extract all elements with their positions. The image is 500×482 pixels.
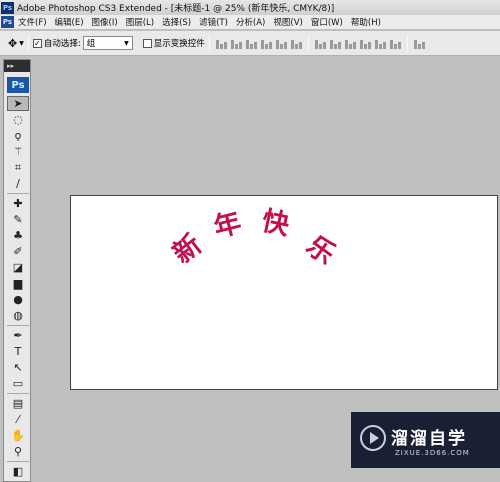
toolbox-panel: ▸▸ Ps ➤ ◌ ϙ ⚚ ⌗ ∕ ✚ ✎ ♣ ✐ ◪ ▆ ● ◍ ✒ T ↖ … (3, 59, 31, 482)
auto-select-dropdown[interactable]: 组 ▼ (82, 36, 133, 50)
menu-image[interactable]: 图像(I) (88, 16, 122, 28)
photoshop-app-icon[interactable]: Ps (1, 1, 14, 14)
menu-analysis[interactable]: 分析(A) (232, 16, 269, 28)
crop-tool-icon[interactable]: ⌗ (7, 160, 29, 175)
align-vertical-center-icon[interactable] (230, 37, 243, 49)
marquee-tool-icon[interactable]: ◌ (7, 112, 29, 127)
blur-tool-icon[interactable]: ● (7, 292, 29, 307)
distribute-left-icon[interactable] (359, 37, 372, 49)
text-glyph: 快 (259, 205, 292, 242)
color-swatch-icon[interactable]: ◧ (7, 464, 29, 479)
watermark-name: 溜溜自学 (391, 429, 467, 449)
play-icon (360, 425, 386, 451)
align-top-icon[interactable] (215, 37, 228, 49)
healing-brush-tool-icon[interactable]: ✚ (7, 196, 29, 211)
window-title: Adobe Photoshop CS3 Extended - [未标题-1 @ … (17, 4, 335, 14)
separator (307, 34, 309, 52)
magic-wand-tool-icon[interactable]: ⚚ (7, 144, 29, 159)
shape-tool-icon[interactable]: ▭ (7, 376, 29, 391)
history-brush-tool-icon[interactable]: ✐ (7, 244, 29, 259)
pen-tool-icon[interactable]: ✒ (7, 328, 29, 343)
menu-edit[interactable]: 编辑(E) (51, 16, 88, 28)
auto-select-value: 组 (86, 39, 96, 49)
distribute-top-icon[interactable] (314, 37, 327, 49)
menu-view[interactable]: 视图(V) (269, 16, 306, 28)
notes-tool-icon[interactable]: ▤ (7, 396, 29, 411)
chevron-down-icon: ▼ (124, 39, 129, 47)
menu-bar: Ps 文件(F) 编辑(E) 图像(I) 图层(L) 选择(S) 滤镜(T) 分… (0, 15, 500, 30)
move-tool-icon[interactable]: ➤ (7, 96, 29, 111)
move-icon: ✥ (8, 36, 18, 50)
path-selection-tool-icon[interactable]: ↖ (7, 360, 29, 375)
menu-layer[interactable]: 图层(L) (122, 16, 158, 28)
menu-help[interactable]: 帮助(H) (347, 16, 385, 28)
distribute-bottom-icon[interactable] (344, 37, 357, 49)
separator (27, 34, 29, 52)
align-left-icon[interactable] (260, 37, 273, 49)
distribute-right-icon[interactable] (389, 37, 402, 49)
text-glyph: 乐 (300, 230, 341, 271)
auto-select-checkbox[interactable]: ✓ (32, 38, 42, 48)
watermark-logo: 溜溜自学 ZIXUE.3D66.COM (351, 412, 500, 468)
show-transform-checkbox[interactable] (142, 38, 152, 48)
menu-window[interactable]: 窗口(W) (307, 16, 347, 28)
hand-tool-icon[interactable]: ✋ (7, 428, 29, 443)
show-transform-label: 显示变换控件 (153, 39, 205, 49)
lasso-tool-icon[interactable]: ϙ (7, 128, 29, 143)
menu-filter[interactable]: 滤镜(T) (195, 16, 232, 28)
watermark-url: ZIXUE.3D66.COM (395, 449, 470, 457)
brush-tool-icon[interactable]: ✎ (7, 212, 29, 227)
slice-tool-icon[interactable]: ∕ (7, 176, 29, 191)
separator (208, 34, 210, 52)
toolbox-separator (7, 193, 29, 194)
toolbox-grip[interactable]: ▸▸ (4, 60, 30, 72)
toolbox-separator (7, 461, 29, 462)
align-bottom-icon[interactable] (245, 37, 258, 49)
dodge-tool-icon[interactable]: ◍ (7, 308, 29, 323)
type-tool-icon[interactable]: T (7, 344, 29, 359)
title-bar: Ps Adobe Photoshop CS3 Extended - [未标题-1… (0, 0, 500, 15)
document-canvas[interactable]: 新 年 快 乐 (70, 195, 498, 390)
text-glyph: 新 (167, 228, 208, 271)
photoshop-logo-icon[interactable]: Ps (7, 77, 29, 93)
options-bar: ✥ ▼ ✓ 自动选择: 组 ▼ 显示变换控件 (0, 31, 500, 56)
menu-file[interactable]: 文件(F) (14, 16, 51, 28)
clone-stamp-tool-icon[interactable]: ♣ (7, 228, 29, 243)
zoom-tool-icon[interactable]: ⚲ (7, 444, 29, 459)
align-right-icon[interactable] (290, 37, 303, 49)
tool-preset-picker[interactable]: ✥ ▼ (8, 37, 24, 50)
distribute-horizontal-center-icon[interactable] (374, 37, 387, 49)
gradient-tool-icon[interactable]: ▆ (7, 276, 29, 291)
separator (406, 34, 408, 52)
photoshop-logo-icon[interactable]: Ps (1, 16, 14, 28)
auto-select-label: 自动选择: (43, 39, 81, 49)
auto-align-layers-icon[interactable] (413, 37, 426, 49)
toolbox-separator (7, 393, 29, 394)
distribute-vertical-center-icon[interactable] (329, 37, 342, 49)
text-glyph: 年 (210, 207, 245, 244)
align-horizontal-center-icon[interactable] (275, 37, 288, 49)
menu-select[interactable]: 选择(S) (158, 16, 195, 28)
eyedropper-tool-icon[interactable]: ⁄ (7, 412, 29, 427)
toolbox-separator (7, 325, 29, 326)
chevron-down-icon: ▼ (19, 39, 24, 47)
eraser-tool-icon[interactable]: ◪ (7, 260, 29, 275)
